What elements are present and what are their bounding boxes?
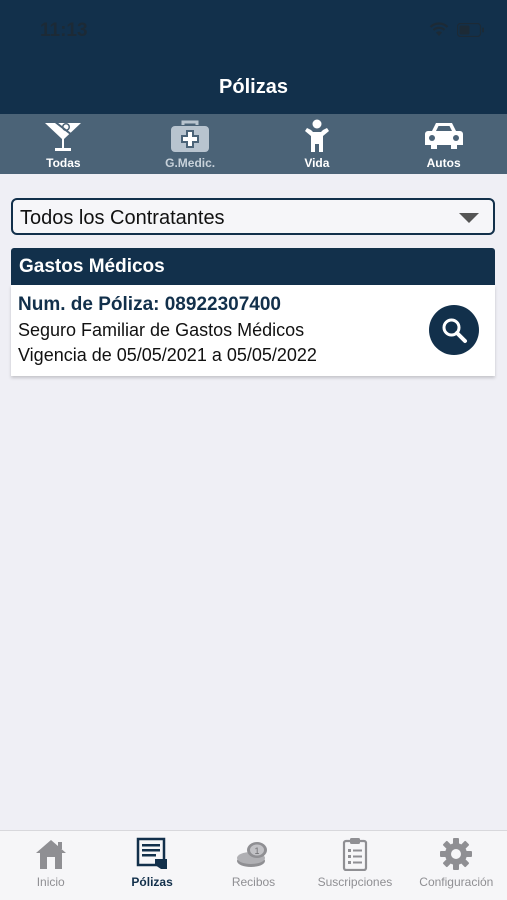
coins-icon: 1 bbox=[236, 842, 267, 867]
cocktail-glass-icon bbox=[45, 120, 82, 151]
view-policy-button[interactable] bbox=[429, 305, 479, 355]
policy-validity: Vigencia de 05/05/2021 a 05/05/2022 bbox=[18, 345, 317, 365]
status-icons bbox=[429, 22, 485, 37]
tab-polizas[interactable]: Pólizas bbox=[101, 831, 202, 900]
tab-suscripciones[interactable]: Suscripciones bbox=[304, 831, 405, 900]
person-icon bbox=[304, 119, 329, 152]
section-header: Gastos Médicos bbox=[11, 248, 495, 285]
bottom-tab-bar: Inicio Pólizas 1 Recibos Suscripciones C… bbox=[0, 830, 507, 900]
category-vida[interactable]: Vida bbox=[254, 114, 381, 174]
car-icon bbox=[424, 123, 463, 149]
home-icon bbox=[35, 840, 66, 869]
clipboard-icon bbox=[342, 838, 368, 871]
dropdown-arrow-icon bbox=[459, 213, 479, 223]
category-bar: Todas G.Medic. Vida Autos bbox=[0, 114, 507, 174]
policy-number: Num. de Póliza: 08922307400 bbox=[18, 294, 281, 315]
category-label: G.Medic. bbox=[165, 156, 216, 170]
medical-kit-icon bbox=[171, 120, 210, 152]
tab-label: Recibos bbox=[231, 875, 276, 889]
category-todas[interactable]: Todas bbox=[0, 114, 127, 174]
gear-icon bbox=[440, 838, 473, 870]
tab-label: Pólizas bbox=[131, 875, 173, 889]
search-icon bbox=[442, 318, 467, 343]
tab-inicio[interactable]: Inicio bbox=[0, 831, 101, 900]
tab-label: Inicio bbox=[36, 875, 65, 889]
policy-name: Seguro Familiar de Gastos Médicos bbox=[18, 320, 305, 340]
category-autos[interactable]: Autos bbox=[380, 114, 507, 174]
status-time: 11:13 bbox=[40, 20, 88, 41]
category-label: Todas bbox=[46, 156, 81, 170]
app-header: 11:13 Pólizas bbox=[0, 0, 507, 114]
policy-document-icon bbox=[136, 837, 168, 869]
svg-text:1: 1 bbox=[254, 846, 259, 856]
category-label: Autos bbox=[426, 156, 461, 170]
policy-card[interactable]: Num. de Póliza: 08922307400 Seguro Famil… bbox=[11, 285, 495, 376]
contractor-filter-select[interactable]: Todos los Contratantes bbox=[11, 198, 495, 235]
section-title: Gastos Médicos bbox=[19, 256, 165, 277]
category-label: Vida bbox=[304, 156, 330, 170]
tab-label: Configuración bbox=[419, 875, 494, 889]
tab-label: Suscripciones bbox=[317, 875, 393, 889]
tab-configuracion[interactable]: Configuración bbox=[406, 831, 507, 900]
category-gastos-medicos[interactable]: G.Medic. bbox=[127, 114, 254, 174]
filter-selected-value: Todos los Contratantes bbox=[20, 207, 225, 229]
battery-icon bbox=[457, 22, 484, 37]
wifi-icon bbox=[429, 22, 449, 36]
tab-recibos[interactable]: 1 Recibos bbox=[203, 831, 304, 900]
page-title: Pólizas bbox=[219, 76, 288, 98]
